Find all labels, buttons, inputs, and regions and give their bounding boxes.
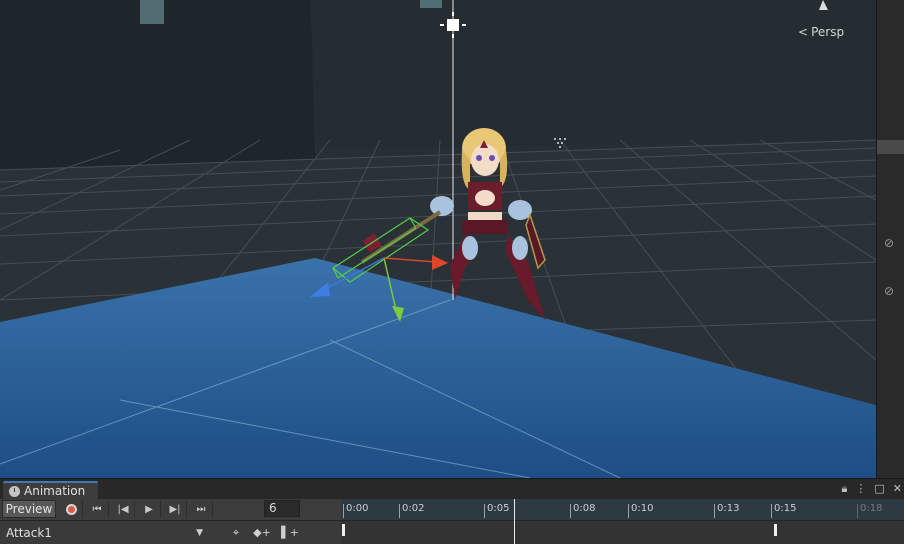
maximize-icon[interactable]: □ <box>874 482 884 496</box>
skip-first-icon: ⏮ <box>92 504 102 515</box>
clip-end-marker[interactable] <box>774 524 777 536</box>
last-key-button[interactable]: ⏭ <box>190 501 213 518</box>
inspector-edge-panel: ⊘ ⊘ <box>876 0 904 478</box>
time-tick: 0:10 <box>628 504 653 518</box>
time-tick: 0:15 <box>771 504 796 518</box>
menu-dots-icon[interactable]: ⋮ <box>855 482 866 496</box>
next-key-button[interactable]: ▶| <box>164 501 187 518</box>
animation-tab-bar: Animation 🔒︎ ⋮ □ ✕ <box>0 478 904 499</box>
play-button[interactable]: ▶ <box>138 501 161 518</box>
timeline-ruler[interactable]: 0:00 0:02 0:05 0:08 0:10 0:13 0:15 0:18 <box>341 499 904 520</box>
lock-icon[interactable]: 🔒︎ <box>842 482 848 496</box>
add-keyframe-filter-button[interactable]: ⌖ <box>226 524 246 541</box>
record-icon <box>65 504 77 515</box>
animation-window: Animation 🔒︎ ⋮ □ ✕ Preview ⏮ |◀ ▶ ▶| ⏭ 6… <box>0 478 904 544</box>
add-key-icon: ◆+ <box>253 526 271 539</box>
record-button[interactable] <box>60 501 83 518</box>
step-forward-icon: ▶| <box>169 504 181 515</box>
preview-button[interactable]: Preview <box>2 500 56 518</box>
add-keyframe-button[interactable]: ◆+ <box>252 524 272 541</box>
scrollbar-thumb[interactable] <box>877 140 904 154</box>
animation-toolbar: Preview ⏮ |◀ ▶ ▶| ⏭ 6 0:00 0:02 0:05 0:0… <box>0 499 904 521</box>
dropdown-arrow-icon: ▼ <box>196 528 203 538</box>
time-tick: 0:18 <box>857 504 882 518</box>
tab-animation[interactable]: Animation <box>3 481 98 499</box>
time-tick: 0:13 <box>714 504 739 518</box>
clip-start-marker[interactable] <box>342 524 345 536</box>
visibility-off-icon[interactable]: ⊘ <box>884 236 894 250</box>
time-tick: 0:08 <box>570 504 595 518</box>
crosshair-icon: ⌖ <box>232 525 240 539</box>
clock-icon <box>9 485 20 497</box>
camera-mode-label[interactable]: < Persp <box>798 25 844 39</box>
step-back-icon: |◀ <box>117 504 129 515</box>
dopesheet[interactable] <box>341 521 904 544</box>
prev-key-button[interactable]: |◀ <box>112 501 135 518</box>
scene-view[interactable]: < Persp <box>0 0 876 478</box>
visibility-off-icon[interactable]: ⊘ <box>884 284 894 298</box>
clip-dropdown[interactable]: Attack1 ▼ <box>2 523 207 542</box>
frame-field[interactable]: 6 <box>264 500 300 517</box>
clip-row: Attack1 ▼ ⌖ ◆+ ▌+ <box>0 521 904 544</box>
scene-canvas[interactable] <box>0 0 876 478</box>
first-key-button[interactable]: ⏮ <box>86 501 109 518</box>
window-controls: 🔒︎ ⋮ □ ✕ <box>842 482 902 496</box>
chevron-left-icon: < <box>798 25 809 39</box>
add-event-button[interactable]: ▌+ <box>280 524 300 541</box>
skip-last-icon: ⏭ <box>196 504 206 515</box>
add-event-icon: ▌+ <box>281 526 299 539</box>
wall-prop <box>140 0 164 24</box>
play-icon: ▶ <box>145 504 153 515</box>
time-tick: 0:05 <box>484 504 509 518</box>
playhead[interactable] <box>514 499 515 544</box>
close-icon[interactable]: ✕ <box>893 482 902 496</box>
time-tick: 0:02 <box>399 504 424 518</box>
time-tick: 0:00 <box>343 504 368 518</box>
